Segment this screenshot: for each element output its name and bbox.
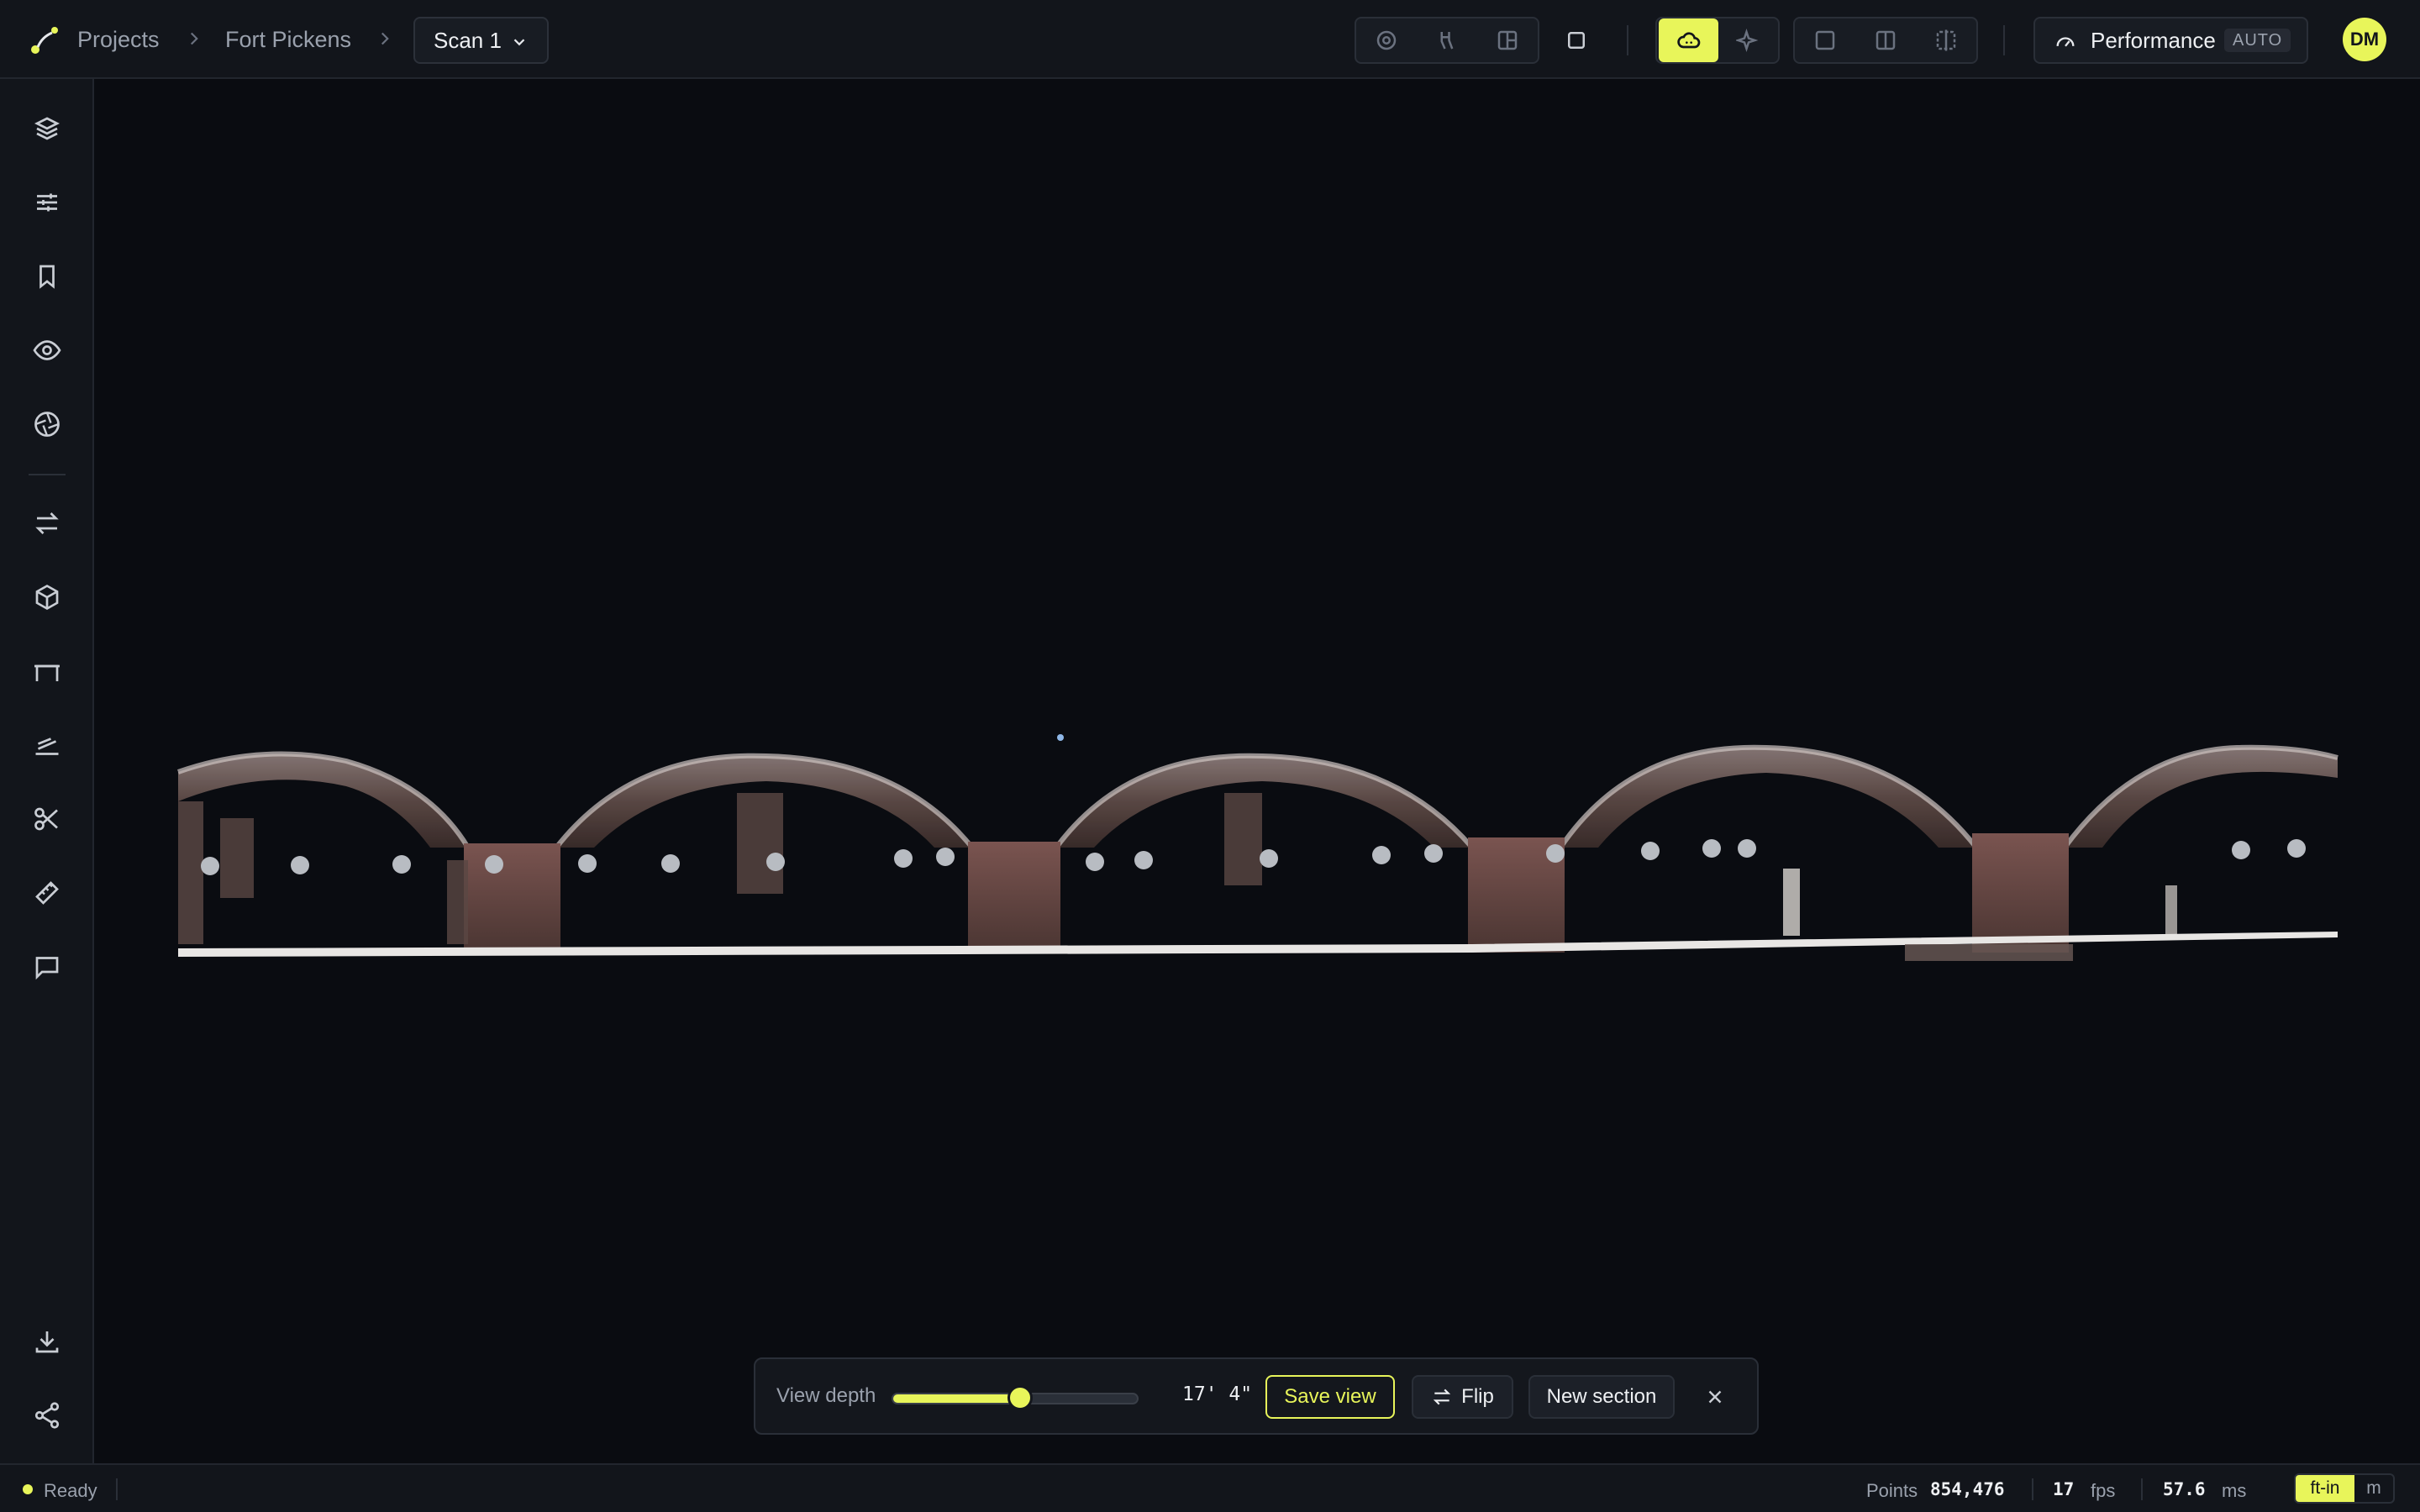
enhance-button[interactable] (1718, 18, 1778, 62)
frame-button[interactable] (1553, 17, 1600, 64)
status-bar: Ready Points 854,476 17 fps 57.6 ms ft-i… (0, 1463, 2420, 1512)
avatar[interactable]: DM (2343, 18, 2386, 61)
cloud-icon (1676, 32, 1700, 49)
view-depth-value: 17' 4" (1182, 1383, 1253, 1405)
chevron-right-icon (190, 32, 198, 45)
status-divider (116, 1478, 118, 1500)
close-icon (1708, 1390, 1722, 1404)
status-text: Ready (44, 1480, 97, 1501)
sidebar-item-section[interactable] (24, 648, 71, 695)
swap-icon (1433, 1389, 1451, 1405)
sidebar-item-transform[interactable] (24, 500, 71, 547)
point-cloud-section (177, 734, 2338, 961)
square-icon (1568, 32, 1585, 49)
camera-orbit-icon (1376, 30, 1397, 50)
sidebar-item-share[interactable] (24, 1392, 71, 1439)
sliders-icon (37, 193, 57, 212)
split-pane-button[interactable] (1855, 18, 1916, 62)
view-depth-label: View depth (776, 1384, 876, 1407)
logo-icon[interactable] (29, 24, 62, 57)
sidebar-item-clip[interactable] (24, 795, 71, 843)
compare-pane-button[interactable] (1916, 18, 1976, 62)
sidebar-item-layers[interactable] (24, 105, 71, 152)
view-mode-group (1355, 17, 1539, 64)
pane-layout-group (1793, 17, 1978, 64)
fps-value: 17 (2053, 1479, 2075, 1499)
points-label: Points (1866, 1480, 1918, 1501)
sidebar-item-measure[interactable] (24, 869, 71, 916)
sidebar-item-visibility[interactable] (24, 327, 71, 374)
scan-selector-label: Scan 1 (434, 27, 502, 53)
split-pane-icon (1876, 30, 1896, 50)
performance-mode-badge: AUTO (2224, 29, 2291, 52)
unit-metric-option[interactable]: m (2354, 1475, 2393, 1502)
unit-toggle[interactable]: ft-in m (2294, 1473, 2395, 1504)
sidebar-item-objects[interactable] (24, 574, 71, 621)
sidebar-item-comments[interactable] (24, 943, 71, 990)
download-icon (35, 1331, 59, 1353)
camera-orbit-button[interactable] (1356, 18, 1417, 62)
close-section-button[interactable] (1700, 1382, 1730, 1412)
sidebar-item-elevation[interactable] (24, 722, 71, 769)
view-depth-fill (893, 1394, 1020, 1403)
swap-icon (35, 512, 59, 534)
toolbar-divider (1627, 25, 1628, 55)
toolbar-divider (2003, 25, 2005, 55)
cube-icon (35, 584, 59, 611)
chevron-right-icon (381, 32, 389, 45)
status-divider (2141, 1478, 2143, 1500)
elevation-icon (35, 738, 59, 755)
3d-viewport[interactable]: View depth 17' 4" Save view Flip New sec… (94, 79, 2420, 1463)
view-depth-handle[interactable] (1007, 1385, 1033, 1410)
single-pane-button[interactable] (1795, 18, 1855, 62)
sidebar-divider (29, 474, 66, 475)
status-divider (2032, 1478, 2033, 1500)
walk-icon (1440, 32, 1454, 50)
walk-mode-button[interactable] (1417, 18, 1477, 62)
eye-icon (33, 340, 61, 360)
compare-pane-icon (1936, 29, 1956, 51)
gauge-icon (2056, 37, 2075, 47)
sidebar-item-download[interactable] (24, 1318, 71, 1365)
flip-label: Flip (1461, 1385, 1494, 1408)
ruler-icon (35, 881, 59, 905)
frame-time-label: ms (2222, 1480, 2247, 1501)
sparkle-icon (1735, 29, 1758, 52)
breadcrumb-site[interactable]: Fort Pickens (225, 0, 351, 79)
sidebar-item-bookmarks[interactable] (24, 253, 71, 300)
render-mode-group (1655, 17, 1780, 64)
comment-icon (35, 957, 59, 980)
section-icon (34, 664, 60, 681)
save-view-button[interactable]: Save view (1265, 1375, 1395, 1419)
top-bar: Projects Fort Pickens Scan 1 Performance… (0, 0, 2420, 79)
bookmark-icon (39, 265, 55, 289)
unit-imperial-option[interactable]: ft-in (2296, 1475, 2354, 1502)
layout-button[interactable] (1477, 18, 1538, 62)
points-value: 854,476 (1930, 1479, 2005, 1499)
scan-selector[interactable]: Scan 1 (413, 17, 549, 64)
sidebar-item-adjust[interactable] (24, 179, 71, 226)
performance-label: Performance (2091, 27, 2216, 53)
frame-time-value: 57.6 (2163, 1479, 2206, 1499)
layers-icon (34, 117, 60, 140)
aperture-icon (34, 412, 60, 437)
flip-button[interactable]: Flip (1412, 1375, 1513, 1419)
breadcrumb-projects[interactable]: Projects (77, 0, 160, 79)
scissors-icon (34, 807, 58, 831)
single-pane-icon (1815, 30, 1835, 50)
fps-label: fps (2091, 1480, 2116, 1501)
layout-icon (1497, 30, 1518, 50)
chevron-down-icon (513, 39, 525, 46)
section-toolbar: View depth 17' 4" Save view Flip New sec… (754, 1357, 1759, 1435)
new-section-button[interactable]: New section (1528, 1375, 1675, 1419)
sidebar-item-camera[interactable] (24, 401, 71, 448)
share-icon (34, 1402, 60, 1429)
status-indicator (23, 1484, 33, 1494)
performance-button[interactable]: Performance AUTO (2033, 17, 2308, 64)
point-cloud-button[interactable] (1659, 18, 1718, 62)
left-sidebar (0, 79, 94, 1463)
